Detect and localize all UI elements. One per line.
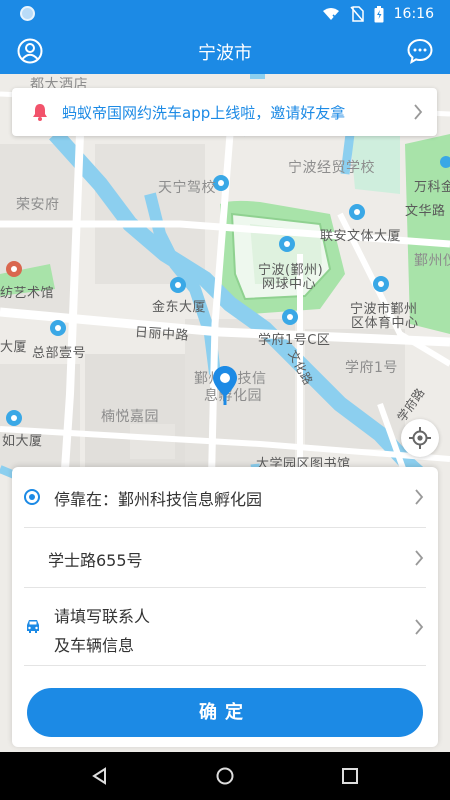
chevron-right-icon [415, 619, 424, 635]
map-label: 总部壹号 [32, 346, 87, 361]
chevron-right-icon [415, 489, 424, 505]
contact-line-1: 请填写联系人 [54, 607, 151, 626]
divider [24, 665, 426, 666]
promo-banner[interactable]: 蚂蚁帝国网约洗车app上线啦，邀请好友拿 [12, 88, 437, 136]
map-label: 大厦 [0, 340, 28, 355]
status-time: 16:16 [393, 6, 434, 22]
address-row[interactable]: 学士路655号 [12, 528, 438, 588]
map-label: 鄞州仪 [414, 253, 450, 269]
bell-icon [33, 104, 47, 121]
map-label: 万科金 [414, 180, 450, 195]
address-label: 学士路655号 [48, 551, 143, 570]
back-icon[interactable] [90, 766, 110, 786]
map-label: 学府1号C区 [258, 333, 331, 348]
messages-button[interactable] [406, 37, 434, 65]
stop-location-label: 停靠在：鄞州科技信息孵化园 [54, 490, 263, 509]
map-label: 网球中心 [262, 277, 317, 292]
contact-line-2: 及车辆信息 [54, 636, 135, 655]
map-label: 荣安府 [16, 197, 60, 213]
map-label: 如大厦 [2, 434, 43, 449]
system-nav-bar [0, 752, 450, 800]
contact-vehicle-row[interactable]: 请填写联系人 及车辆信息 [12, 588, 438, 666]
selected-radio-icon [24, 489, 40, 505]
map-label: 学府1号 [345, 360, 398, 376]
recents-icon[interactable] [340, 766, 360, 786]
contact-vehicle-label: 请填写联系人 及车辆信息 [54, 602, 150, 660]
app-header: 宁波市 [0, 28, 450, 74]
wifi-icon [322, 8, 339, 20]
location-pin-icon [212, 365, 238, 411]
no-sim-icon [350, 6, 364, 22]
notification-dot-icon [20, 6, 35, 21]
map-label: 天宁驾校 [158, 180, 216, 196]
map-label: 纺艺术馆 [0, 286, 55, 301]
home-icon[interactable] [215, 766, 235, 786]
page-title: 宁波市 [198, 43, 252, 64]
battery-charging-icon [374, 5, 384, 22]
car-icon [27, 620, 39, 633]
system-icons: 16:16 [322, 4, 434, 24]
map-label: 区体育中心 [351, 316, 419, 331]
map-label: 金东大厦 [152, 300, 207, 315]
map-label: 日丽中路 [134, 325, 190, 344]
map-label: 联安文体大厦 [320, 229, 402, 244]
order-panel: 停靠在：鄞州科技信息孵化园 学士路655号 请填写联系人 及车辆信息 确定 [12, 467, 438, 747]
confirm-button[interactable]: 确定 [27, 688, 423, 737]
map-label: 文华路 [405, 204, 446, 219]
chat-icon [407, 38, 433, 64]
map-label: 宁波经贸学校 [288, 160, 375, 176]
promo-banner-text: 蚂蚁帝国网约洗车app上线啦，邀请好友拿 [62, 104, 346, 122]
chevron-right-icon [414, 104, 423, 120]
chevron-right-icon [415, 550, 424, 566]
crosshair-icon [409, 427, 431, 449]
map-label: 楠悦嘉园 [101, 409, 159, 425]
status-bar: 16:16 [0, 0, 450, 28]
locate-me-button[interactable] [401, 419, 439, 457]
stop-location-row[interactable]: 停靠在：鄞州科技信息孵化园 [12, 467, 438, 528]
